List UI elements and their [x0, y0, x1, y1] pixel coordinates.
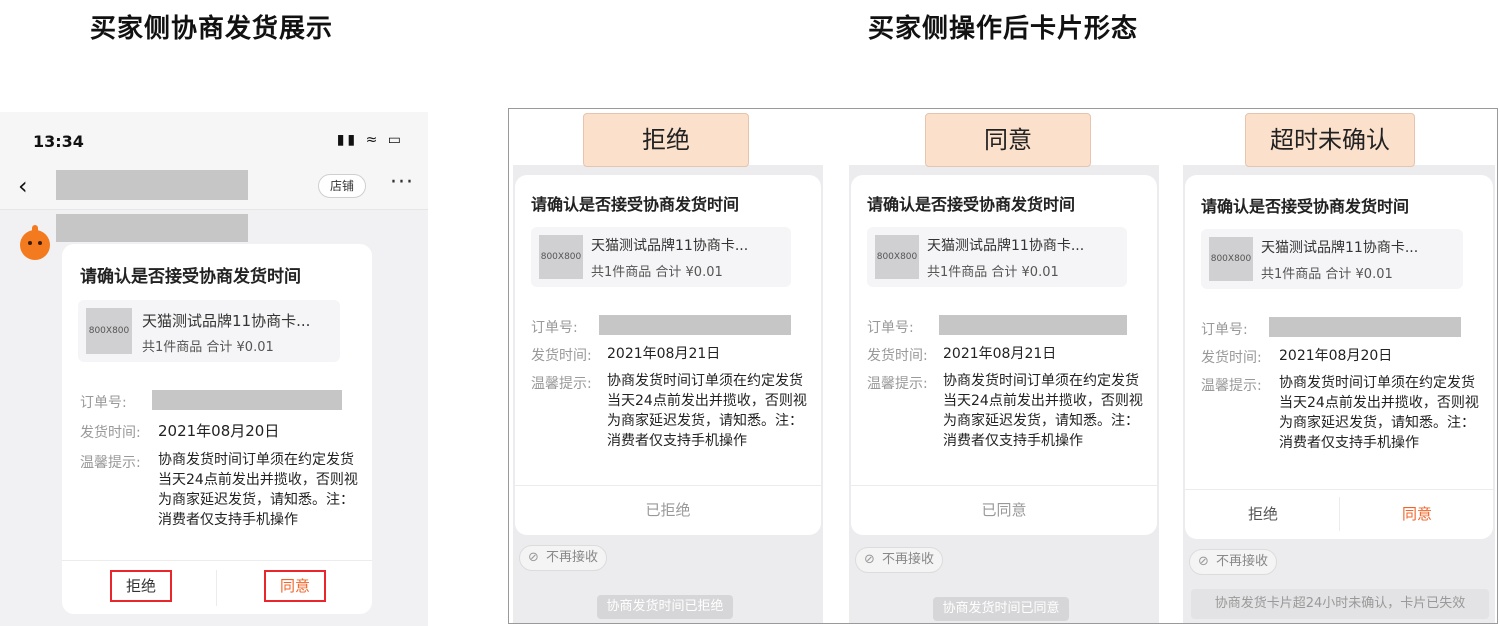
order-number-placeholder — [152, 390, 342, 410]
ship-time-label: 发货时间: — [867, 348, 928, 364]
no-receive-label: 不再接收 — [1216, 554, 1269, 569]
card-title: 请确认是否接受协商发货时间 — [1201, 197, 1410, 216]
sender-name-placeholder — [56, 214, 248, 242]
product-thumbnail: 800X800 — [875, 235, 919, 279]
rejected-status-pill: 协商发货时间已拒绝 — [597, 595, 733, 619]
agreed-result: 已同意 — [981, 501, 1027, 519]
agreed-state-tag: 同意 — [925, 113, 1091, 167]
product-total: 共1件商品 合计 ¥0.01 — [142, 340, 274, 355]
right-section-title: 买家侧操作后卡片形态 — [868, 14, 1139, 44]
product-name: 天猫测试品牌11协商卡... — [927, 238, 1085, 254]
action-divider — [1339, 497, 1340, 531]
product-total: 共1件商品 合计 ¥0.01 — [927, 265, 1059, 280]
product-total: 共1件商品 合计 ¥0.01 — [591, 265, 723, 280]
reject-button[interactable]: 拒绝 — [110, 570, 172, 602]
ship-time-label: 发货时间: — [80, 425, 141, 441]
product-summary[interactable]: 800X800 天猫测试品牌11协商卡... 共1件商品 合计 ¥0.01 — [1201, 229, 1463, 289]
product-name: 天猫测试品牌11协商卡... — [591, 238, 749, 254]
no-receive-icon: ⊘ — [528, 550, 539, 565]
reject-button[interactable]: 拒绝 — [1215, 503, 1311, 524]
rejected-result: 已拒绝 — [645, 501, 691, 519]
order-number-placeholder — [939, 315, 1127, 335]
agree-button[interactable]: 同意 — [264, 570, 326, 602]
tip-label: 温馨提示: — [80, 455, 141, 471]
signal-wifi-battery-icon: ▮▮ ≈ ▭ — [336, 132, 404, 148]
shop-button[interactable]: 店铺 — [318, 174, 366, 198]
card-title: 请确认是否接受协商发货时间 — [80, 267, 301, 287]
order-number-placeholder — [1269, 317, 1461, 337]
ship-time-label: 发货时间: — [531, 348, 592, 364]
no-receive-label: 不再接收 — [882, 552, 935, 567]
left-section-title: 买家侧协商发货展示 — [90, 14, 334, 44]
tip-text: 协商发货时间订单须在约定发货当天24点前发出并揽收，否则视为商家延迟发货，请知悉… — [607, 373, 807, 449]
phone-screen: 13:34 ▮▮ ≈ ▭ ‹ 店铺 ··· 请确认是否接受协商发货时间 800X… — [0, 112, 428, 626]
chat-title-placeholder — [56, 170, 248, 200]
ship-time-value: 2021年08月21日 — [943, 346, 1057, 362]
product-thumbnail: 800X800 — [86, 308, 132, 354]
ship-time-value: 2021年08月20日 — [1279, 348, 1393, 364]
order-label: 订单号: — [80, 395, 127, 411]
card-title: 请确认是否接受协商发货时间 — [867, 195, 1076, 214]
agreed-status-pill: 协商发货时间已同意 — [933, 597, 1069, 621]
back-icon[interactable]: ‹ — [18, 172, 28, 200]
card-divider — [1185, 489, 1493, 490]
negotiation-card: 请确认是否接受协商发货时间 800X800 天猫测试品牌11协商卡... 共1件… — [62, 244, 372, 614]
timeout-state-tag: 超时未确认 — [1245, 113, 1415, 167]
no-receive-label: 不再接收 — [546, 550, 599, 565]
no-receive-icon: ⊘ — [864, 552, 875, 567]
tip-label: 温馨提示: — [531, 376, 592, 392]
product-summary[interactable]: 800X800 天猫测试品牌11协商卡... 共1件商品 合计 ¥0.01 — [867, 227, 1127, 287]
no-receive-icon: ⊘ — [1198, 554, 1209, 569]
order-label: 订单号: — [867, 320, 914, 336]
status-bar: 13:34 ▮▮ ≈ ▭ — [0, 112, 428, 164]
tip-text: 协商发货时间订单须在约定发货当天24点前发出并揽收，否则视为商家延迟发货，请知悉… — [158, 452, 358, 528]
rejected-state-tag: 拒绝 — [583, 113, 749, 167]
product-summary[interactable]: 800X800 天猫测试品牌11协商卡... 共1件商品 合计 ¥0.01 — [531, 227, 791, 287]
more-icon[interactable]: ··· — [390, 170, 414, 195]
order-label: 订单号: — [1201, 322, 1248, 338]
tip-text: 协商发货时间订单须在约定发货当天24点前发出并揽收，否则视为商家延迟发货，请知悉… — [1279, 375, 1479, 451]
chat-nav-bar: ‹ 店铺 ··· — [0, 164, 428, 210]
product-name: 天猫测试品牌11协商卡... — [1261, 240, 1419, 256]
expired-notice: 协商发货卡片超24小时未确认，卡片已失效 — [1191, 589, 1489, 619]
order-label: 订单号: — [531, 320, 578, 336]
card-divider — [62, 560, 372, 561]
ship-time-value: 2021年08月21日 — [607, 346, 721, 362]
product-name: 天猫测试品牌11协商卡... — [142, 312, 311, 330]
order-number-placeholder — [599, 315, 791, 335]
tip-label: 温馨提示: — [1201, 378, 1262, 394]
avatar[interactable] — [20, 225, 50, 260]
no-receive-button[interactable]: ⊘ 不再接收 — [855, 547, 943, 573]
agree-button[interactable]: 同意 — [1369, 503, 1465, 524]
product-thumbnail: 800X800 — [539, 235, 583, 279]
agreed-card: 请确认是否接受协商发货时间 800X800 天猫测试品牌11协商卡... 共1件… — [851, 175, 1157, 535]
tip-label: 温馨提示: — [867, 376, 928, 392]
action-divider — [216, 570, 217, 606]
card-title: 请确认是否接受协商发货时间 — [531, 195, 740, 214]
card-divider — [515, 485, 821, 486]
tip-text: 协商发货时间订单须在约定发货当天24点前发出并揽收，否则视为商家延迟发货，请知悉… — [943, 373, 1143, 449]
product-summary[interactable]: 800X800 天猫测试品牌11协商卡... 共1件商品 合计 ¥0.01 — [78, 300, 340, 362]
no-receive-button[interactable]: ⊘ 不再接收 — [1189, 549, 1277, 575]
product-total: 共1件商品 合计 ¥0.01 — [1261, 267, 1393, 282]
rejected-card: 请确认是否接受协商发货时间 800X800 天猫测试品牌11协商卡... 共1件… — [515, 175, 821, 535]
product-thumbnail: 800X800 — [1209, 237, 1253, 281]
ship-time-value: 2021年08月20日 — [158, 422, 280, 440]
card-divider — [851, 485, 1157, 486]
no-receive-button[interactable]: ⊘ 不再接收 — [519, 545, 607, 571]
post-action-states-panel: 拒绝 请确认是否接受协商发货时间 800X800 天猫测试品牌11协商卡... … — [508, 108, 1498, 624]
ship-time-label: 发货时间: — [1201, 350, 1262, 366]
timeout-card: 请确认是否接受协商发货时间 800X800 天猫测试品牌11协商卡... 共1件… — [1185, 175, 1493, 539]
status-time: 13:34 — [33, 132, 84, 151]
